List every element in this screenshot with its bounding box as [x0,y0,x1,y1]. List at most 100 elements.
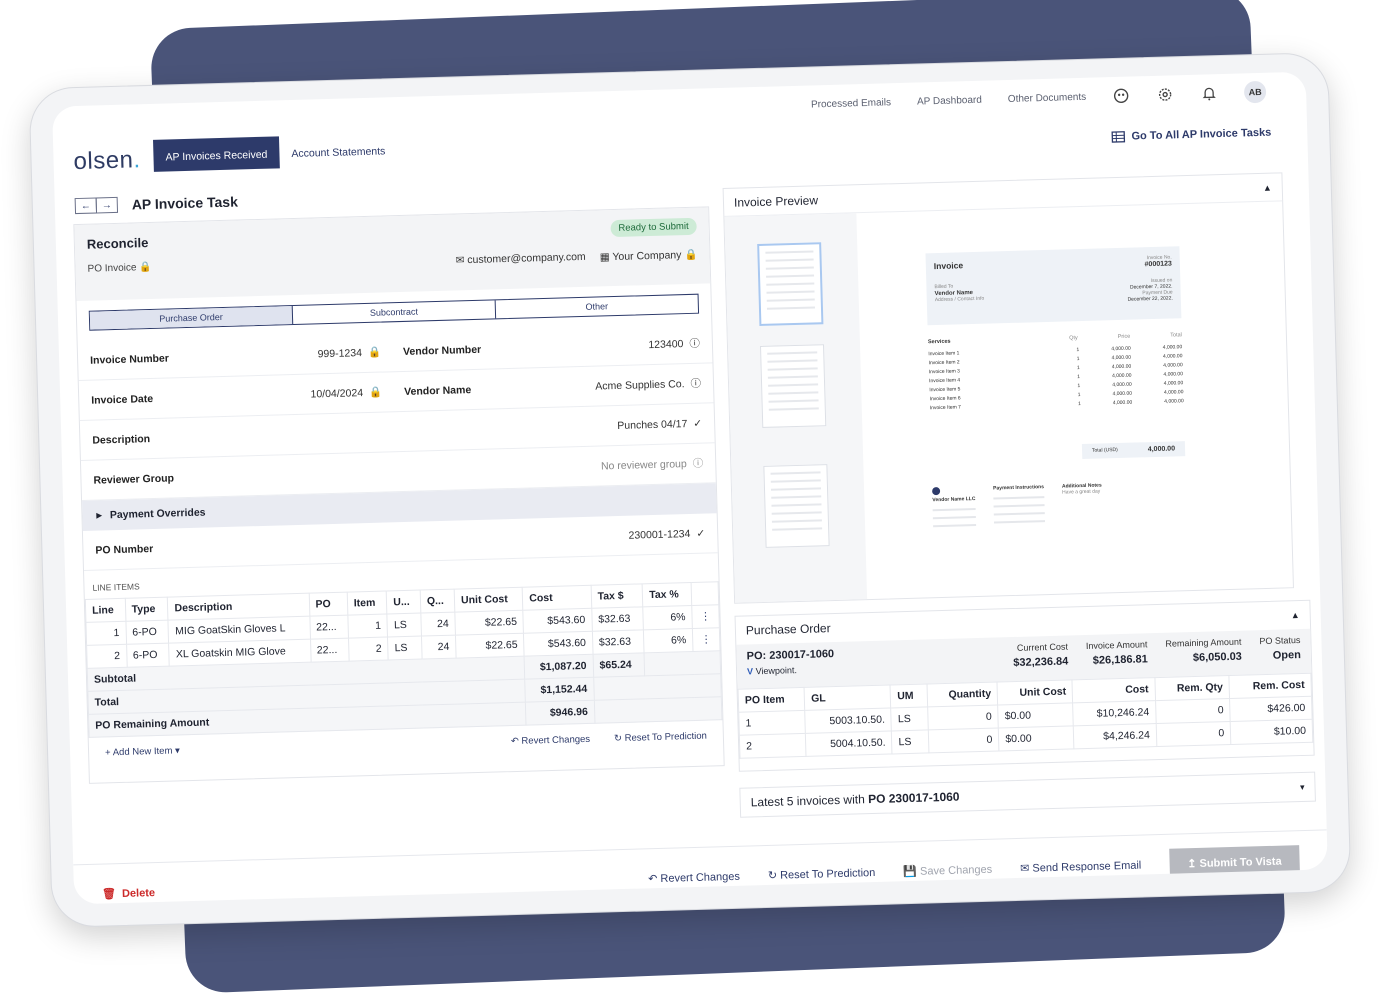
doc-item-total: 4,000.00 [1164,389,1184,396]
total-value: $1,152.44 [525,677,594,702]
footer-actions: ↶ Revert Changes ↻ Reset To Prediction 💾… [648,845,1300,894]
action-footer: 🗑Delete ↶ Revert Changes ↻ Reset To Pred… [73,829,1328,904]
forward-button[interactable]: → [96,197,118,214]
doc-item-name: Invoice Item 6 [929,395,960,402]
document-type-segments: Purchase Order Subcontract Other [89,294,699,331]
subtotal-tax: $65.24 [593,653,645,677]
doc-item-qty: 1 [1078,401,1081,407]
chevron-down-icon: ▾ [175,745,180,756]
row-menu-icon[interactable]: ⋮ [692,605,720,629]
purchase-order-title: Purchase Order [746,621,831,637]
logo-text: olsen [73,146,134,175]
reset-label: Reset To Prediction [625,731,707,744]
tab-ap-invoices-received[interactable]: AP Invoices Received [153,136,280,172]
col-actions [691,582,719,606]
nav-ap-dashboard[interactable]: AP Dashboard [917,94,982,107]
submit-to-vista-button[interactable]: ↥ Submit To Vista [1169,845,1300,880]
go-to-all-tasks-link[interactable]: Go To All AP Invoice Tasks [1111,127,1271,143]
col-tax: Tax $ [591,584,643,608]
po-number-value[interactable]: 230001-1234 [628,528,690,542]
stat-value: $6,050.03 [1166,651,1242,665]
segment-purchase-order[interactable]: Purchase Order [90,306,293,330]
po-number-label: PO Number [95,543,153,557]
segment-other[interactable]: Other [496,295,698,319]
doc-item-total: 4,000.00 [1163,371,1183,378]
invoice-date-value[interactable]: 10/04/2024 [310,387,363,400]
revert-changes-button[interactable]: ↶ Revert Changes [648,870,740,886]
chevron-up-icon[interactable]: ▲ [1291,610,1300,620]
stat-label: PO Status [1259,635,1300,646]
purchase-order-panel: Purchase Order ▲ PO: 230017-1060V Viewpo… [735,600,1315,772]
cell: LS [388,636,422,660]
doc-item-name: Invoice Item 3 [929,368,960,375]
doc-item-total: 4,000.00 [1164,398,1184,405]
nav-other-documents[interactable]: Other Documents [1008,91,1087,104]
doc-qty: Qty [1069,335,1078,341]
col-type: Type [125,597,169,621]
col-rem-qty: Rem. Qty [1155,676,1230,701]
delete-button[interactable]: 🗑Delete [102,886,155,900]
avatar[interactable]: AB [1244,81,1267,104]
doc-item-qty: 1 [1077,356,1080,362]
reset-label: Reset To Prediction [780,867,875,882]
page-thumbnail[interactable] [757,242,823,326]
cell: 24 [421,635,456,659]
mail-icon: ✉ [1020,863,1030,875]
tab-account-statements[interactable]: Account Statements [279,133,398,168]
send-response-email-button[interactable]: ✉ Send Response Email [1020,859,1141,875]
doc-payment-instructions: Payment Instructions [993,484,1044,491]
cell: 2 [87,644,127,668]
email-text: customer@company.com [467,251,586,266]
description-value[interactable]: Punches 04/17 [617,418,687,432]
cell: 0 [928,705,999,730]
company-meta: ▦ Your Company 🔒 [600,248,698,264]
info-icon[interactable]: ⓘ [689,336,700,351]
reviewer-group-value[interactable]: No reviewer group [601,458,687,472]
segment-subcontract[interactable]: Subcontract [293,300,496,324]
reset-prediction-small-button[interactable]: ↻ Reset To Prediction [614,731,707,745]
viewpoint-icon: V [747,666,753,676]
latest-invoices-toggle[interactable]: Latest 5 invoices with PO 230017-1060 ▾ [739,772,1316,818]
invoice-preview-panel: Invoice Preview ▲ InvoiceInvoice No.#000… [723,172,1294,603]
po-invoice-label: PO Invoice [87,262,136,274]
device-frame: Processed Emails AP Dashboard Other Docu… [29,52,1352,928]
doc-item-qty: 1 [1076,347,1079,353]
cell: $426.00 [1230,696,1312,721]
cell: $10.00 [1230,719,1312,744]
invoice-number-value[interactable]: 999-1234 [317,347,362,360]
info-icon[interactable]: ⓘ [693,456,704,471]
doc-item-total: 4,000.00 [1164,380,1184,387]
vendor-number-value[interactable]: 123400 [648,338,683,351]
po-id: PO: 230017-1060 [747,648,835,662]
nav-processed-emails[interactable]: Processed Emails [811,97,891,110]
info-icon[interactable]: ⓘ [690,376,701,391]
reconcile-meta: ✉ customer@company.com ▦ Your Company 🔒 [455,248,697,268]
vendor-name-value[interactable]: Acme Supplies Co. [595,378,685,392]
add-new-item-button[interactable]: + Add New Item ▾ [105,745,180,758]
doc-item-price: 4,000.00 [1112,372,1132,379]
cell: 2 [739,733,806,758]
doc-price: Price [1118,334,1131,340]
robot-icon[interactable] [1112,87,1130,105]
line-items-table: Line Type Description PO Item U... Q... … [85,581,723,738]
page-thumbnail[interactable] [763,464,829,548]
save-changes-button[interactable]: 💾 Save Changes [903,863,992,878]
doc-services: Services [928,339,951,346]
reconcile-panel: Reconcile PO Invoice 🔒 Ready to Submit ✉… [73,206,724,784]
reset-prediction-button[interactable]: ↻ Reset To Prediction [768,866,876,882]
doc-item-qty: 1 [1077,374,1080,380]
doc-item-price: 4,000.00 [1111,345,1131,352]
page-thumbnail[interactable] [760,344,826,428]
chevron-up-icon[interactable]: ▲ [1263,182,1272,192]
doc-item-total: 4,000.00 [1163,353,1183,360]
gear-icon[interactable] [1156,85,1174,103]
reviewer-group-label: Reviewer Group [93,472,174,486]
check-icon: ✓ [693,417,702,429]
revert-changes-small-button[interactable]: ↶ Revert Changes [511,734,591,747]
col-item: Item [347,591,387,615]
trash-icon: 🗑 [102,887,116,900]
row-menu-icon[interactable]: ⋮ [692,628,720,652]
doc-notes-text: Have a great day [1062,489,1102,496]
back-button[interactable]: ← [75,197,97,214]
bell-icon[interactable] [1200,84,1218,102]
